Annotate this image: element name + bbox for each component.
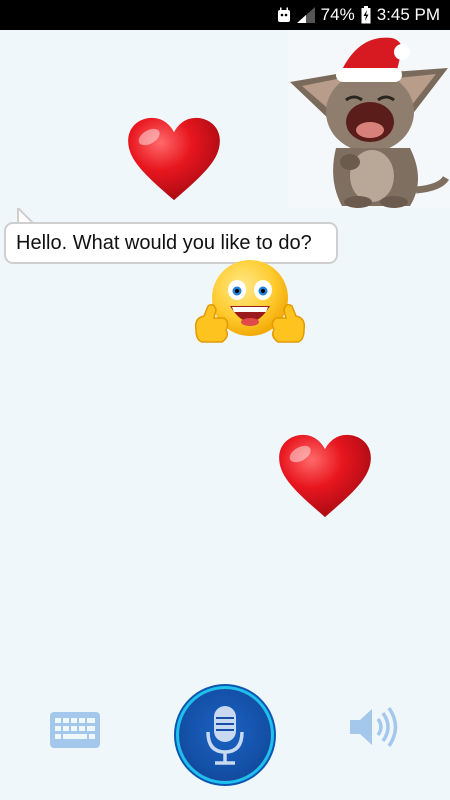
signal-icon xyxy=(296,7,315,23)
microphone-icon xyxy=(206,706,244,765)
cat-character[interactable] xyxy=(288,30,450,208)
speaker-icon[interactable] xyxy=(348,706,400,748)
status-time: 3:45 PM xyxy=(376,5,440,24)
thumbs-up-emoji xyxy=(194,260,306,343)
bot-message: Hello. What would you like to do? xyxy=(16,231,312,254)
battery-percent: 74% xyxy=(320,5,355,24)
heart-sticker xyxy=(128,117,220,201)
heart-sticker xyxy=(279,434,371,518)
status-bar: 74% 3:45 PM xyxy=(0,0,450,30)
keyboard-icon[interactable] xyxy=(49,711,101,749)
android-notification-icon xyxy=(277,7,291,23)
microphone-button[interactable] xyxy=(179,689,271,781)
battery-icon xyxy=(361,6,371,24)
